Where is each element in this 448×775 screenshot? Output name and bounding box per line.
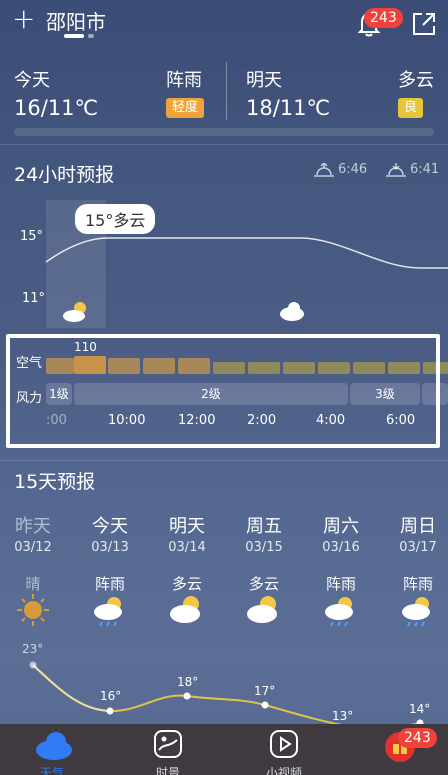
tomorrow-aqi-badge: 良 — [398, 98, 424, 118]
hourly-temp-line — [45, 237, 448, 269]
today-aqi-badge: 轻度 — [166, 98, 205, 118]
day-date: 03/17 — [399, 540, 437, 555]
day-name: 明天 — [169, 516, 205, 537]
highlight-box — [6, 334, 440, 448]
temp-point — [106, 707, 114, 715]
top-bar: + 邵阳市 243 — [0, 0, 448, 52]
high-temp-label: 16° — [100, 689, 121, 703]
shower-icon — [325, 597, 353, 627]
temp-point — [183, 692, 191, 700]
day-date: 03/13 — [91, 540, 129, 555]
sunset-icon — [386, 162, 406, 177]
play-icon — [270, 730, 298, 758]
high-temp-label: 23° — [22, 642, 43, 656]
temp-tooltip: 15°多云 — [75, 204, 156, 234]
past-high-line — [32, 664, 111, 712]
sunny-icon — [17, 594, 49, 626]
day-date: 03/14 — [168, 540, 206, 555]
add-city-button[interactable]: + — [12, 4, 35, 34]
cloud-icon — [36, 732, 72, 760]
bottom-nav: 天气 时景 小视频 — [0, 724, 448, 775]
day-name: 周日 — [400, 516, 436, 537]
day-name: 周六 — [323, 516, 359, 537]
today-label: 今天 — [14, 70, 50, 91]
day-name: 周五 — [246, 516, 282, 537]
hourly-temp-chart[interactable]: 15° 11° — [0, 200, 448, 335]
nav-video[interactable]: 小视频 — [234, 724, 334, 775]
daily-title: 15天预报 — [14, 471, 96, 493]
nav-weather-label: 天气 — [39, 766, 64, 775]
day-condition: 多云 — [171, 575, 202, 593]
day-condition: 阵雨 — [325, 575, 356, 593]
day-column[interactable]: 昨天 03/12 晴 — [0, 516, 72, 594]
daily-high-line — [32, 664, 421, 729]
sunrise-icon — [314, 162, 334, 177]
city-name[interactable]: 邵阳市 — [46, 6, 106, 35]
day-name: 今天 — [92, 516, 128, 537]
high-temp-label: 18° — [177, 675, 198, 689]
day-date: 03/16 — [322, 540, 360, 555]
page-indicator — [64, 34, 94, 38]
partly-cloudy-icon — [247, 596, 277, 623]
day-date: 03/15 — [245, 540, 283, 555]
temp-point — [29, 661, 37, 669]
page-dot-active — [64, 34, 84, 38]
notification-badge: 243 — [364, 8, 403, 28]
hourly-title: 24小时预报 — [14, 164, 115, 186]
landscape-icon — [154, 730, 182, 758]
day-column[interactable]: 周五 03/15 多云 — [225, 516, 303, 594]
tomorrow-label: 明天 — [246, 70, 282, 91]
cloud-icon — [280, 302, 304, 321]
nav-video-label: 小视频 — [265, 766, 302, 775]
partly-cloudy-icon — [170, 596, 200, 623]
nav-moments[interactable]: 时景 — [118, 724, 218, 775]
today-temp: 16/11℃ — [14, 96, 99, 120]
day-column[interactable]: 明天 03/14 多云 — [148, 516, 226, 594]
temp-hi-label: 15° — [20, 229, 43, 244]
daily-high-temp-chart: 23° 16° 18° 17° 13° 14° — [22, 642, 430, 729]
sunrise-time: 6:46 — [338, 162, 368, 177]
nav-weather[interactable]: 天气 — [2, 724, 102, 775]
separator-line — [0, 144, 448, 145]
shower-icon — [94, 597, 122, 627]
day-column[interactable]: 周六 03/16 阵雨 — [302, 516, 380, 594]
day-name: 昨天 — [15, 516, 51, 537]
sunset-info: 6:41 — [386, 162, 439, 177]
day-condition: 阵雨 — [402, 575, 433, 593]
day-column[interactable]: 周日 03/17 阵雨 — [379, 516, 448, 594]
tomorrow-temp: 18/11℃ — [246, 96, 331, 120]
nav-badge: 243 — [398, 728, 437, 748]
shower-icon — [402, 597, 430, 627]
high-temp-label: 17° — [254, 684, 275, 698]
share-icon[interactable] — [410, 10, 438, 38]
today-weather: 阵雨 — [166, 70, 202, 91]
day-column[interactable]: 今天 03/13 阵雨 — [71, 516, 149, 594]
separator-line — [0, 460, 448, 461]
day-condition: 多云 — [248, 575, 279, 593]
high-temp-label: 14° — [409, 702, 430, 716]
temp-lo-label: 11° — [22, 291, 45, 306]
sunrise-info: 6:46 — [314, 162, 367, 177]
day-date: 03/12 — [14, 540, 52, 555]
day-condition: 晴 — [25, 575, 41, 593]
separator-band — [14, 128, 434, 136]
divider — [226, 62, 227, 120]
day-condition: 阵雨 — [94, 575, 125, 593]
temp-point — [261, 701, 269, 709]
high-temp-label: 13° — [332, 709, 353, 723]
page-dot — [88, 34, 94, 38]
nav-moments-label: 时景 — [155, 766, 180, 775]
tomorrow-weather: 多云 — [398, 70, 434, 91]
sunset-time: 6:41 — [410, 162, 440, 177]
